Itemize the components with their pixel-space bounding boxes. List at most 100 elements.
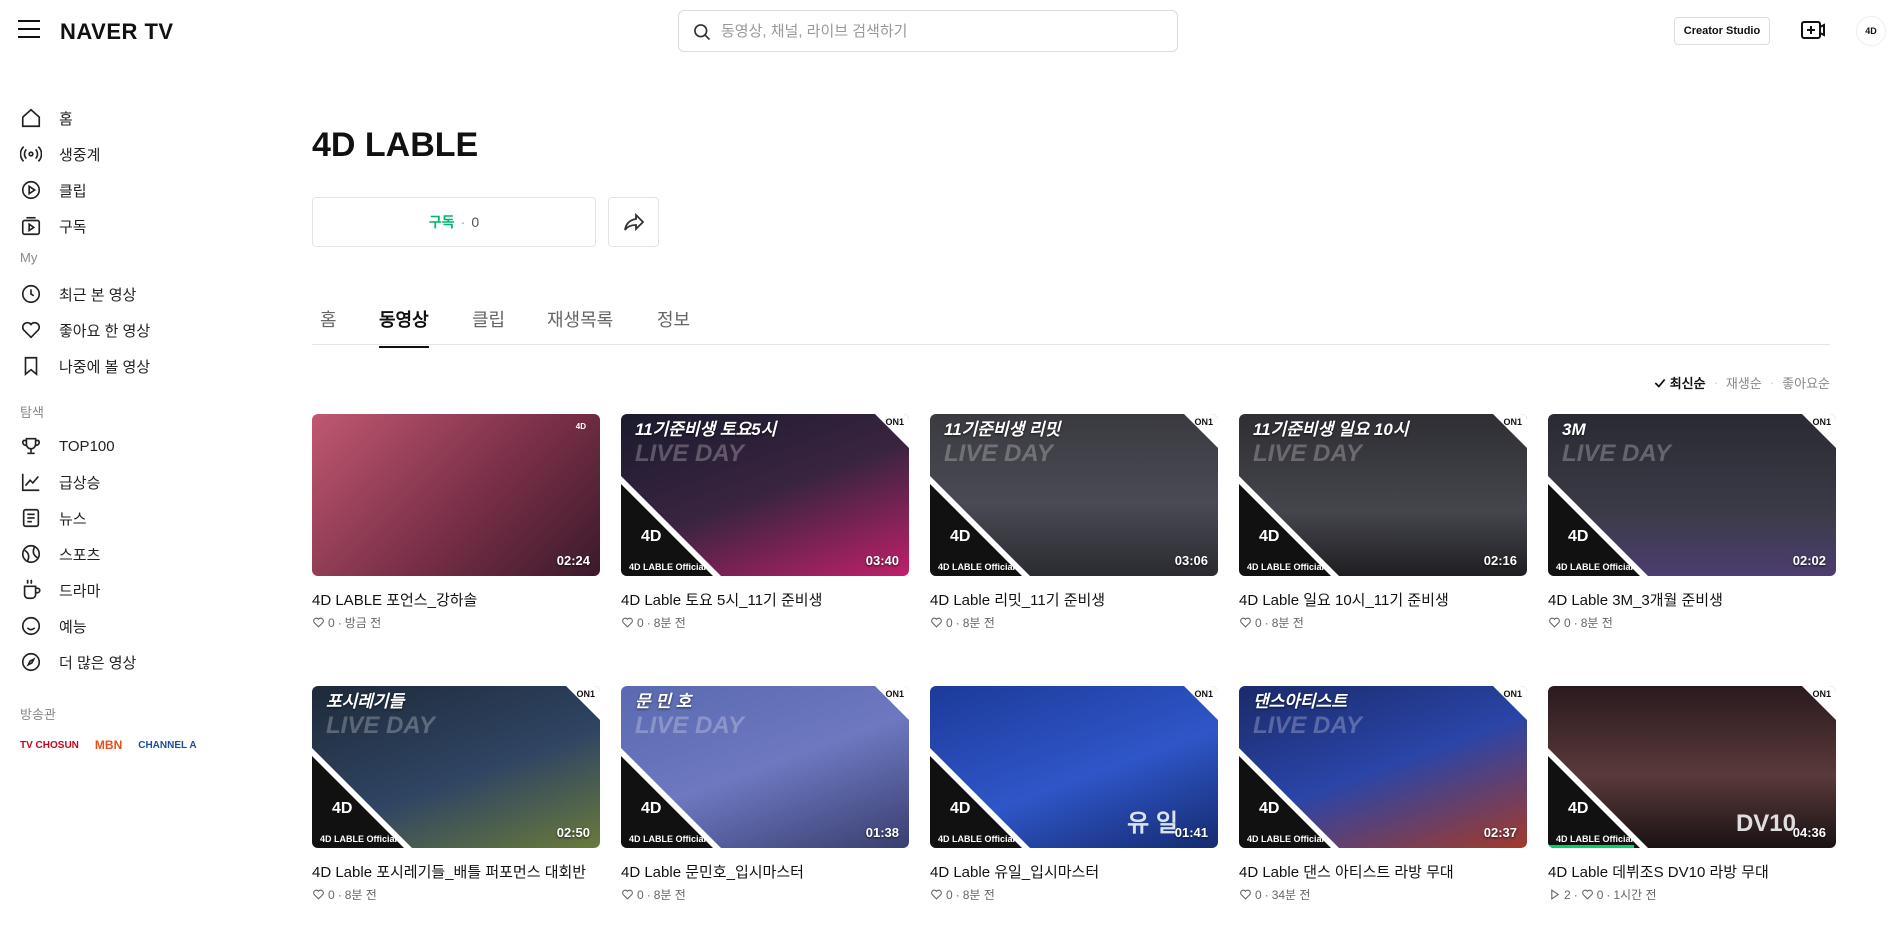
video-meta: 0 · 34분 전: [1239, 886, 1527, 903]
video-title[interactable]: 4D Lable 리밋_11기 준비생: [930, 590, 1218, 611]
video-card[interactable]: 4D 02:24 4D LABLE 포언스_강하솔 0 · 방금 전: [312, 414, 600, 631]
4d-lable-mark: 4D: [332, 800, 353, 817]
search-input[interactable]: [721, 20, 1161, 42]
video-title[interactable]: 4D Lable 데뷔조S DV10 라방 무대: [1548, 862, 1836, 883]
broadcaster-channela-logo[interactable]: CHANNEL A: [138, 740, 196, 751]
sidebar-item-label: 나중에 볼 영상: [59, 358, 151, 376]
sidebar-item-watch-later[interactable]: 나중에 볼 영상: [20, 352, 220, 380]
hamburger-menu-icon[interactable]: [18, 20, 42, 40]
sidebar-item-subscribe[interactable]: 구독: [20, 212, 220, 240]
meta-separator: ·: [646, 887, 651, 902]
like-count: 0: [1255, 887, 1262, 902]
sidebar-item-clip[interactable]: 클립: [20, 176, 220, 204]
video-card[interactable]: 11기준비생 일요 10시 LIVE DAY ON1 4D 4D LABLE Of…: [1239, 414, 1527, 631]
heart-icon: [1240, 889, 1251, 900]
sort-likes[interactable]: 좋아요순: [1782, 373, 1830, 392]
heart-icon: [1581, 889, 1593, 900]
video-thumbnail[interactable]: 11기준비생 토요5시 LIVE DAY ON1 4D 4D LABLE Offi…: [621, 414, 909, 576]
thumbnail-overlay-text: LIVE DAY: [326, 712, 435, 739]
sidebar-item-more[interactable]: 더 많은 영상: [20, 648, 220, 676]
sidebar-item-liked[interactable]: 좋아요 한 영상: [20, 316, 220, 344]
tab-playlists[interactable]: 재생목록: [547, 306, 613, 346]
video-card[interactable]: 댄스아티스트 LIVE DAY ON1 4D 4D LABLE Official 0…: [1239, 686, 1527, 903]
official-badge-text: 4D LABLE Official: [320, 834, 398, 844]
video-thumbnail[interactable]: 11기준비생 일요 10시 LIVE DAY ON1 4D 4D LABLE Of…: [1239, 414, 1527, 576]
sidebar-item-label: 뉴스: [59, 510, 87, 528]
video-thumbnail[interactable]: 문 민 호 LIVE DAY ON1 4D 4D LABLE Official 01…: [621, 686, 909, 848]
sidebar-item-label: 더 많은 영상: [59, 654, 137, 672]
heart-icon: [622, 889, 633, 900]
video-thumbnail[interactable]: 11기준비생 리밋 LIVE DAY ON1 4D 4D LABLE Offici…: [930, 414, 1218, 576]
video-card[interactable]: 문 민 호 LIVE DAY ON1 4D 4D LABLE Official 01…: [621, 686, 909, 903]
like-count: 0: [637, 887, 644, 902]
tab-clips[interactable]: 클립: [472, 306, 505, 346]
channel-title: 4D LABLE: [312, 126, 479, 164]
sort-plays[interactable]: 재생순: [1726, 373, 1762, 392]
sidebar-item-label: 홈: [59, 110, 73, 128]
upload-video-icon[interactable]: [1800, 18, 1826, 42]
sidebar-section-broadcast: 방송관: [20, 707, 56, 722]
4d-lable-mark: 4D: [641, 528, 662, 545]
subscribe-button[interactable]: 구독 · 0: [312, 197, 596, 247]
sidebar-item-live[interactable]: 생중계: [20, 140, 220, 168]
tab-home[interactable]: 홈: [320, 306, 337, 346]
thumbnail-overlay-text: LIVE DAY: [635, 440, 744, 467]
sidebar-item-home[interactable]: 홈: [20, 104, 220, 132]
video-duration: 03:40: [865, 553, 899, 568]
meta-separator: ·: [1573, 615, 1578, 630]
thumbnail-caption: 댄스아티스트: [1253, 692, 1347, 711]
video-card[interactable]: 11기준비생 리밋 LIVE DAY ON1 4D 4D LABLE Offici…: [930, 414, 1218, 631]
search-bar[interactable]: [678, 10, 1178, 52]
sidebar: 홈 생중계 클립 구독 My 최근 본 영상 좋아요 한 영상 나중에 볼 영상…: [0, 62, 240, 936]
sidebar-item-sports[interactable]: 스포츠: [20, 540, 220, 568]
trophy-icon: [22, 437, 40, 455]
video-card[interactable]: 3M LIVE DAY ON1 4D 4D LABLE Official 02:02…: [1548, 414, 1836, 631]
video-thumbnail[interactable]: 4D 02:24: [312, 414, 600, 576]
video-thumbnail[interactable]: 유 일 ON1 4D 4D LABLE Official 01:41: [930, 686, 1218, 848]
video-title[interactable]: 4D Lable 유일_입시마스터: [930, 862, 1218, 883]
channel-watermark: 4D: [575, 422, 586, 431]
broadcaster-mbn-logo[interactable]: MBN: [95, 738, 122, 752]
video-thumbnail[interactable]: DV10 ON1 4D 4D LABLE Official 04:36: [1548, 686, 1836, 848]
naver-tv-logo[interactable]: NAVER TV: [60, 19, 174, 45]
sort-latest[interactable]: 최신순: [1670, 373, 1706, 392]
tab-info[interactable]: 정보: [657, 306, 690, 346]
share-icon: [623, 212, 644, 232]
video-thumbnail[interactable]: 댄스아티스트 LIVE DAY ON1 4D 4D LABLE Official 0…: [1239, 686, 1527, 848]
share-button[interactable]: [608, 197, 659, 247]
video-card[interactable]: DV10 ON1 4D 4D LABLE Official 04:36 4D La…: [1548, 686, 1836, 903]
sidebar-item-top100[interactable]: TOP100: [20, 432, 220, 460]
broadcaster-tvchosun-logo[interactable]: TV CHOSUN: [20, 740, 79, 751]
video-card[interactable]: 11기준비생 토요5시 LIVE DAY ON1 4D 4D LABLE Offi…: [621, 414, 909, 631]
video-title[interactable]: 4D Lable 댄스 아티스트 라방 무대: [1239, 862, 1527, 883]
video-title[interactable]: 4D Lable 토요 5시_11기 준비생: [621, 590, 909, 611]
video-title[interactable]: 4D Lable 일요 10시_11기 준비생: [1239, 590, 1527, 611]
video-card[interactable]: 포시레기들 LIVE DAY ON1 4D 4D LABLE Official 02…: [312, 686, 600, 903]
video-title[interactable]: 4D LABLE 포언스_강하솔: [312, 590, 600, 611]
broadcaster-list: TV CHOSUN MBN CHANNEL A: [20, 738, 197, 752]
sidebar-item-trending[interactable]: 급상승: [20, 468, 220, 496]
tab-videos[interactable]: 동영상: [379, 306, 429, 348]
play-count-icon: [1551, 889, 1560, 900]
video-title[interactable]: 4D Lable 포시레기들_배틀 퍼포먼스 대회반: [312, 862, 600, 883]
check-icon: [1654, 378, 1666, 388]
upload-time: 방금 전: [344, 616, 382, 630]
video-thumbnail[interactable]: 포시레기들 LIVE DAY ON1 4D 4D LABLE Official 02…: [312, 686, 600, 848]
video-duration: 02:24: [556, 553, 590, 568]
sidebar-item-entertainment[interactable]: 예능: [20, 612, 220, 640]
video-duration: 02:50: [556, 825, 590, 840]
video-card[interactable]: 유 일 ON1 4D 4D LABLE Official 01:41 4D Lab…: [930, 686, 1218, 903]
4d-lable-mark: 4D: [950, 528, 971, 545]
avatar[interactable]: 4D: [1856, 16, 1886, 46]
meta-separator: ·: [1264, 887, 1269, 902]
sidebar-item-history[interactable]: 최근 본 영상: [20, 280, 220, 308]
video-title[interactable]: 4D Lable 문민호_입시마스터: [621, 862, 909, 883]
creator-studio-button[interactable]: Creator Studio: [1674, 17, 1770, 45]
thumbnail-caption: 포시레기들: [326, 692, 405, 711]
video-thumbnail[interactable]: 3M LIVE DAY ON1 4D 4D LABLE Official 02:02: [1548, 414, 1836, 576]
sidebar-item-drama[interactable]: 드라마: [20, 576, 220, 604]
video-title[interactable]: 4D Lable 3M_3개월 준비생: [1548, 590, 1836, 611]
search-icon[interactable]: [692, 22, 712, 42]
sidebar-item-news[interactable]: 뉴스: [20, 504, 220, 532]
heart-icon: [1549, 617, 1560, 628]
